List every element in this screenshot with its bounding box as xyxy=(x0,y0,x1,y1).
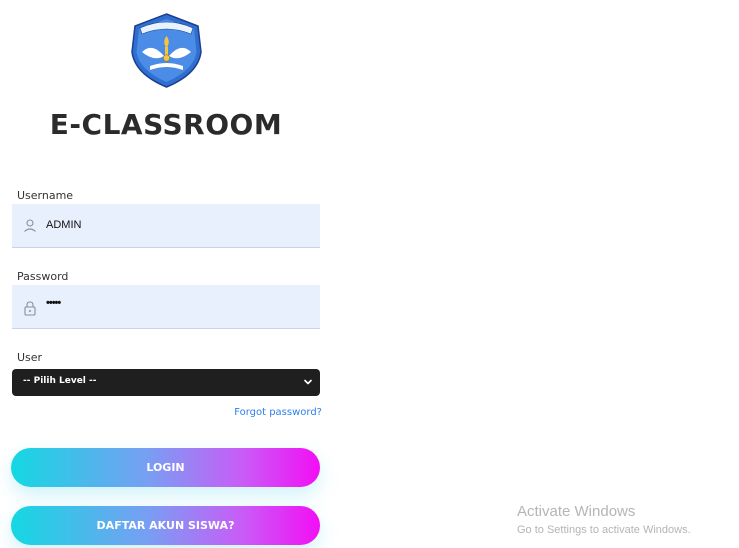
username-label: Username xyxy=(17,189,74,202)
user-level-selected: -- Pilih Level -- xyxy=(23,376,97,386)
username-input[interactable]: ADMIN xyxy=(12,204,320,248)
login-page: E-CLASSROOM Username ADMIN Password ••••… xyxy=(0,0,739,548)
username-value: ADMIN xyxy=(46,219,82,231)
chevron-down-icon xyxy=(304,379,312,385)
register-student-button[interactable]: DAFTAR AKUN SISWA? xyxy=(11,506,320,545)
app-title: E-CLASSROOM xyxy=(49,108,283,141)
user-level-label: User xyxy=(17,351,43,364)
user-icon xyxy=(24,219,36,232)
lock-icon xyxy=(24,301,36,316)
activate-windows-subtitle: Go to Settings to activate Windows. xyxy=(517,524,691,536)
password-label: Password xyxy=(17,270,69,283)
password-input[interactable]: ••••• xyxy=(12,285,320,329)
login-button[interactable]: LOGIN xyxy=(11,448,320,487)
logo-emblem xyxy=(131,13,202,88)
user-level-select[interactable]: -- Pilih Level -- xyxy=(12,369,320,396)
password-value: ••••• xyxy=(46,297,61,309)
forgot-password-link[interactable]: Forgot password? xyxy=(222,407,322,418)
activate-windows-title: Activate Windows xyxy=(517,503,636,520)
